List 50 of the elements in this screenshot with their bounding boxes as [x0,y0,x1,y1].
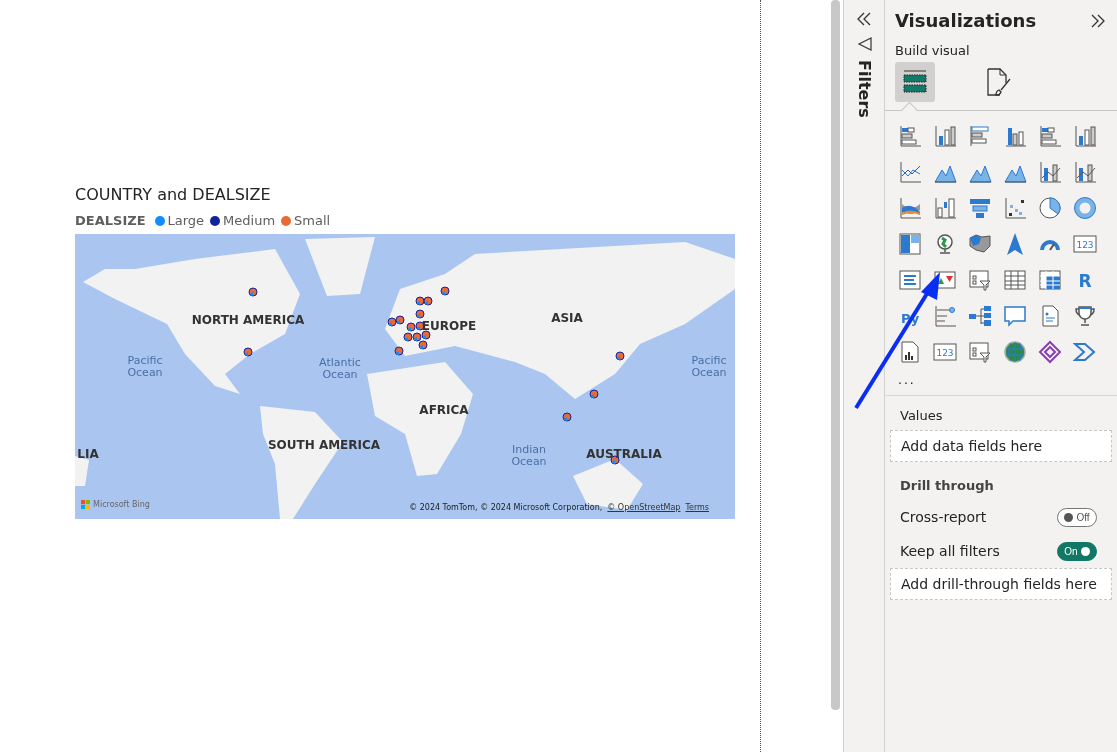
continent-label: SOUTH AMERICA [267,438,381,452]
table-icon[interactable] [1001,267,1028,293]
filters-pane-title[interactable]: Filters [856,60,872,118]
legend-label: Medium [223,213,276,228]
continent-label: AUSTRALIA [586,447,662,461]
continent-label: AFRICA [419,403,469,417]
map-link[interactable]: Terms [685,503,709,512]
speech-bubble-icon[interactable] [1001,303,1028,329]
filter-table-icon[interactable] [966,267,993,293]
well-title: Values [900,408,944,423]
diamond-icon[interactable] [1036,339,1063,365]
text-list-icon[interactable] [896,267,923,293]
fields-tab[interactable] [895,62,935,102]
filter-table-icon[interactable] [966,339,993,365]
pane-title: Visualizations [895,10,1037,31]
donut-chart-icon[interactable] [1071,195,1098,221]
map[interactable]: NORTH AMERICA EUROPE ASIA Pacific Ocean Atlantic Ocean Pacific Ocean AFRICA LIA SOUTH AMERICA Indian Ocean AUSTRALIA Microsoft Bing © 2024 TomTom, © 2024 Microsoft Corporation, © OpenStreetMap Terms [75,234,735,519]
toggle-switch[interactable]: On [1057,541,1097,561]
section-subtitle: Build visual [895,43,971,58]
drop-zone[interactable]: Add data fields here [890,430,1112,462]
legend-label: Large [167,213,205,228]
collapse-icon[interactable] [855,10,873,28]
toggle-label: Keep all filters [900,543,1000,559]
pie-chart-icon[interactable] [1036,195,1063,221]
ocean-label: Atlantic Ocean [318,356,362,382]
toggle-switch[interactable]: Off [1057,507,1097,527]
windows-logo-icon [81,500,90,509]
continent-label: LIA [77,447,99,461]
ocean-label: Indian Ocean [510,443,548,469]
toggle-label: Cross-report [900,509,987,525]
legend-title: DEALSIZE [75,213,146,228]
map-link[interactable]: © OpenStreetMap [607,503,681,512]
ocean-label: Pacific Ocean [126,354,164,380]
matrix-icon[interactable] [1036,267,1063,293]
globe-icon[interactable] [1001,339,1028,365]
scrollbar-thumb[interactable] [831,0,840,710]
visual-title: COUNTRY and DEALSIZE [75,185,272,204]
hierarchy-icon[interactable] [966,303,993,329]
filter-icon[interactable] [856,36,872,52]
section-title: Drill through [900,478,995,493]
treemap-icon[interactable] [896,231,923,257]
map-attribution: © 2024 TomTom, © 2024 Microsoft Corporation, [409,503,603,512]
drop-zone[interactable]: Add drill-through fields here [890,568,1112,600]
more-visuals-button[interactable]: ... [898,371,916,387]
legend-label: Small [294,213,331,228]
continent-label: ASIA [551,311,583,325]
ocean-label: Pacific Ocean [690,354,728,380]
continent-label: NORTH AMERICA [191,313,305,327]
continent-label: EUROPE [421,319,477,333]
map-logo-text: Microsoft Bing [93,500,150,509]
